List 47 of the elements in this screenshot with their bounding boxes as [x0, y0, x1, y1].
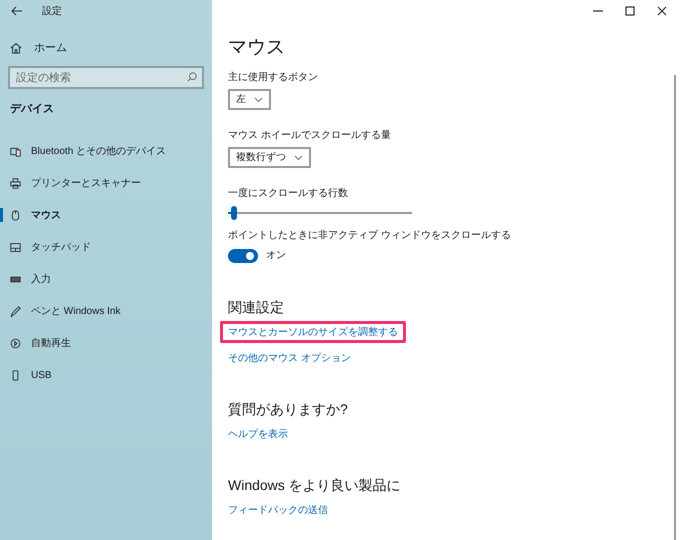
devices-icon [10, 146, 21, 156]
settings-link[interactable]: マウスとカーソルのサイズを調整する [220, 321, 406, 343]
sidebar-item[interactable]: タッチパッド [0, 231, 212, 263]
section-heading: Windows をより良い製品に [228, 476, 401, 495]
sidebar-item[interactable]: ペンと Windows Ink [0, 295, 212, 327]
keyboard-icon [10, 274, 21, 284]
touchpad-icon [10, 242, 21, 252]
dropdown[interactable]: 左 [228, 89, 271, 110]
settings-link[interactable]: ヘルプを表示 [225, 423, 291, 445]
setting-label: マウス ホイールでスクロールする量 [228, 129, 391, 143]
chevron-down-icon [254, 96, 263, 102]
setting-label: ポイントしたときに非アクティブ ウィンドウをスクロールする [228, 228, 511, 243]
mouse-icon [10, 210, 21, 220]
toggle-switch[interactable] [228, 248, 258, 262]
sidebar-item[interactable]: プリンターとスキャナー [0, 167, 212, 199]
section-heading: 関連設定 [228, 298, 284, 317]
pen-icon [10, 306, 21, 316]
settings-link[interactable]: フィードバックの送信 [225, 499, 331, 521]
sidebar-item[interactable]: 自動再生 [0, 327, 212, 359]
play-circle-icon [10, 338, 21, 348]
home-icon [10, 42, 22, 54]
slider[interactable] [228, 206, 412, 220]
selection-indicator [0, 208, 3, 222]
search-field[interactable]: 設定の検索 [8, 66, 204, 89]
chevron-down-icon [294, 154, 303, 160]
sidebar-item[interactable]: 入力 [0, 263, 212, 295]
search-icon [187, 72, 197, 82]
toggle-state: オン [266, 249, 286, 263]
home-link[interactable]: ホーム [34, 40, 67, 56]
slider-thumb[interactable] [230, 206, 237, 220]
sidebar-item[interactable]: マウス [0, 199, 212, 231]
sidebar-item[interactable]: USB [0, 359, 212, 391]
sidebar-item[interactable]: Bluetooth とその他のデバイス [0, 135, 212, 167]
usb-drive-icon [10, 370, 21, 380]
settings-link[interactable]: その他のマウス オプション [225, 347, 354, 369]
back-button[interactable] [10, 4, 24, 18]
window-title: 設定 [42, 4, 62, 18]
maximize-icon[interactable] [625, 6, 635, 16]
section-heading: デバイス [9, 102, 55, 117]
section-heading: 質問がありますか? [228, 400, 348, 419]
page-title: マウス [228, 36, 285, 60]
dropdown[interactable]: 複数行ずつ [228, 147, 311, 168]
scrollbar[interactable] [674, 75, 676, 540]
close-icon[interactable] [657, 6, 667, 16]
setting-label: 主に使用するボタン [228, 70, 318, 85]
setting-label: 一度にスクロールする行数 [228, 186, 348, 201]
printer-icon [10, 178, 21, 188]
